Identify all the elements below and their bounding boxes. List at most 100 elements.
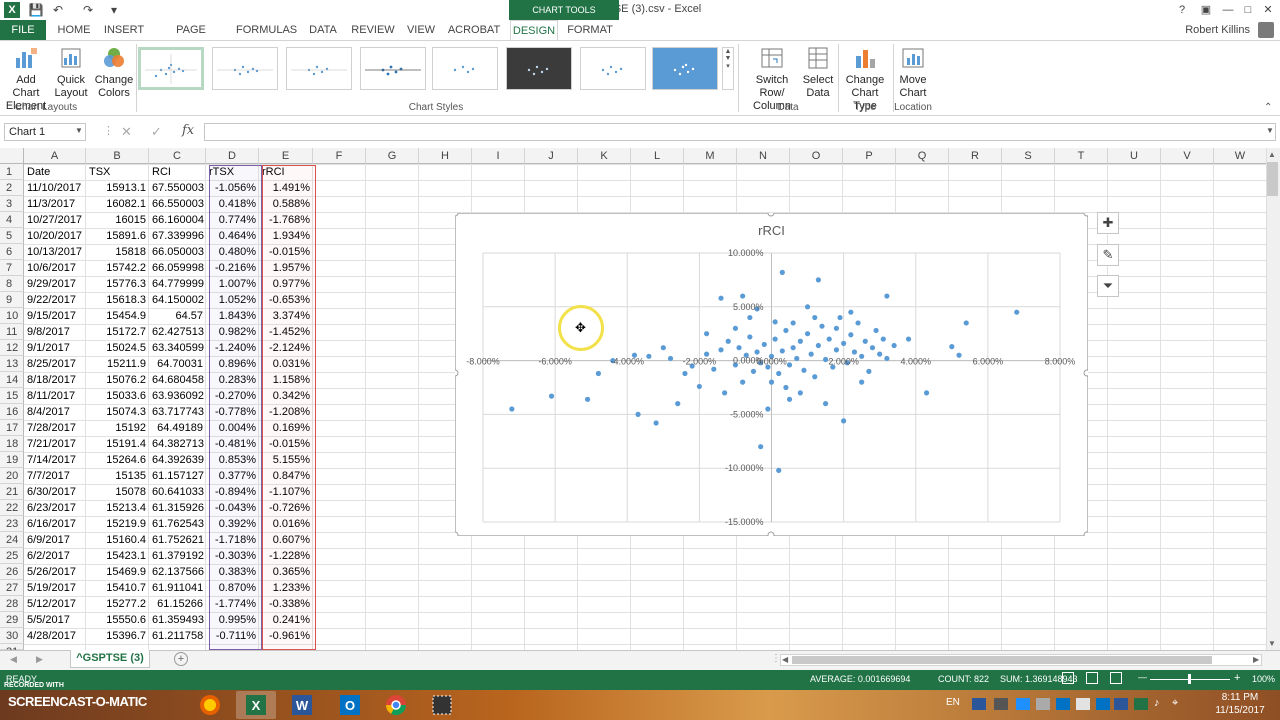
zoom-level[interactable]: 100% bbox=[1252, 674, 1275, 684]
tray-app-icon-9[interactable] bbox=[1134, 698, 1148, 710]
row-header[interactable]: 29 bbox=[0, 612, 24, 628]
data-cell[interactable]: 16082.1 bbox=[86, 196, 149, 212]
data-cell[interactable]: 5/19/2017 bbox=[24, 580, 86, 596]
data-cell[interactable]: 15219.9 bbox=[86, 516, 149, 532]
data-cell[interactable]: 8/18/2017 bbox=[24, 372, 86, 388]
column-header[interactable]: O bbox=[790, 148, 843, 164]
column-header[interactable]: P bbox=[843, 148, 896, 164]
language-indicator[interactable]: EN bbox=[946, 697, 960, 708]
data-cell[interactable]: 15396.7 bbox=[86, 628, 149, 644]
data-cell[interactable]: 4/28/2017 bbox=[24, 628, 86, 644]
row-header[interactable]: 11 bbox=[0, 324, 24, 340]
zoom-in-icon[interactable]: + bbox=[1234, 672, 1240, 684]
tray-app-icon-6[interactable] bbox=[1076, 698, 1090, 710]
data-cell[interactable]: 15160.4 bbox=[86, 532, 149, 548]
data-cell[interactable]: 61.911041 bbox=[149, 580, 206, 596]
data-cell[interactable]: 61.315926 bbox=[149, 500, 206, 516]
data-cell[interactable]: 10/27/2017 bbox=[24, 212, 86, 228]
column-title-cell[interactable]: RCI bbox=[149, 164, 206, 180]
enter-icon[interactable]: ✓ bbox=[151, 124, 162, 140]
data-cell[interactable]: 8/25/2017 bbox=[24, 356, 86, 372]
data-cell[interactable]: 63.717743 bbox=[149, 404, 206, 420]
data-cell[interactable]: 15776.3 bbox=[86, 276, 149, 292]
data-cell[interactable]: 9/1/2017 bbox=[24, 340, 86, 356]
cancel-icon[interactable]: ✕ bbox=[121, 124, 132, 140]
scroll-left-icon[interactable]: ◀ bbox=[782, 655, 788, 664]
chart-style-6[interactable] bbox=[506, 47, 572, 90]
user-avatar[interactable] bbox=[1258, 22, 1274, 38]
column-header[interactable]: W bbox=[1214, 148, 1267, 164]
select-all-button[interactable] bbox=[0, 148, 24, 164]
data-cell[interactable]: 9/15/2017 bbox=[24, 308, 86, 324]
row-header[interactable]: 20 bbox=[0, 468, 24, 484]
data-cell[interactable]: 64.392639 bbox=[149, 452, 206, 468]
data-cell[interactable]: 60.641033 bbox=[149, 484, 206, 500]
column-header[interactable]: U bbox=[1108, 148, 1161, 164]
data-cell[interactable]: 8/11/2017 bbox=[24, 388, 86, 404]
column-header[interactable]: I bbox=[472, 148, 525, 164]
column-title-cell[interactable]: TSX bbox=[86, 164, 149, 180]
data-cell[interactable]: 15410.7 bbox=[86, 580, 149, 596]
tray-app-icon-8[interactable] bbox=[1114, 698, 1128, 710]
column-header[interactable]: N bbox=[737, 148, 790, 164]
horizontal-scroll-thumb[interactable] bbox=[792, 656, 1212, 664]
data-cell[interactable]: 8/4/2017 bbox=[24, 404, 86, 420]
data-cell[interactable]: 15211.9 bbox=[86, 356, 149, 372]
scroll-right-icon[interactable]: ▶ bbox=[1253, 655, 1259, 664]
normal-view-icon[interactable] bbox=[1062, 672, 1074, 684]
outlook-taskbar-icon[interactable]: O bbox=[330, 691, 370, 719]
data-cell[interactable]: 7/7/2017 bbox=[24, 468, 86, 484]
data-cell[interactable]: 15277.2 bbox=[86, 596, 149, 612]
column-header[interactable]: T bbox=[1055, 148, 1108, 164]
row-header[interactable]: 7 bbox=[0, 260, 24, 276]
data-cell[interactable]: 61.379192 bbox=[149, 548, 206, 564]
row-header[interactable]: 21 bbox=[0, 484, 24, 500]
restore-button[interactable]: □ bbox=[1238, 2, 1258, 18]
chart-style-4[interactable] bbox=[360, 47, 426, 90]
data-cell[interactable]: 6/30/2017 bbox=[24, 484, 86, 500]
vertical-scroll-thumb[interactable] bbox=[1267, 162, 1278, 196]
chart-style-2[interactable] bbox=[212, 47, 278, 90]
zoom-out-icon[interactable]: — bbox=[1138, 672, 1147, 682]
data-cell[interactable]: 62.137566 bbox=[149, 564, 206, 580]
row-header[interactable]: 9 bbox=[0, 292, 24, 308]
data-cell[interactable]: 15742.2 bbox=[86, 260, 149, 276]
data-cell[interactable]: 9/29/2017 bbox=[24, 276, 86, 292]
vertical-scrollbar[interactable] bbox=[1266, 148, 1280, 650]
row-header[interactable]: 10 bbox=[0, 308, 24, 324]
name-box[interactable]: Chart 1 bbox=[4, 123, 86, 141]
row-header[interactable]: 26 bbox=[0, 564, 24, 580]
tab-acrobat[interactable]: ACROBAT bbox=[446, 20, 502, 40]
data-cell[interactable]: 7/28/2017 bbox=[24, 420, 86, 436]
column-header[interactable]: G bbox=[366, 148, 419, 164]
data-cell[interactable]: 6/23/2017 bbox=[24, 500, 86, 516]
data-cell[interactable]: 15469.9 bbox=[86, 564, 149, 580]
name-box-dropdown-icon[interactable]: ▼ bbox=[75, 126, 83, 135]
user-account[interactable]: Robert Killins bbox=[1185, 20, 1250, 40]
data-cell[interactable]: 67.339996 bbox=[149, 228, 206, 244]
clock[interactable]: 8:11 PM 11/15/2017 bbox=[1210, 691, 1270, 717]
ribbon-display-icon[interactable]: ▣ bbox=[1196, 2, 1216, 18]
data-cell[interactable]: 16015 bbox=[86, 212, 149, 228]
move-chart-button[interactable]: Move Chart bbox=[895, 46, 931, 100]
tray-app-icon-7[interactable] bbox=[1096, 698, 1110, 710]
data-cell[interactable]: 63.936092 bbox=[149, 388, 206, 404]
tray-app-icon-3[interactable] bbox=[1016, 698, 1030, 710]
chart-style-1[interactable] bbox=[138, 47, 204, 90]
column-header[interactable]: A bbox=[24, 148, 86, 164]
row-header[interactable]: 14 bbox=[0, 372, 24, 388]
row-header[interactable]: 1 bbox=[0, 164, 24, 180]
data-cell[interactable]: 15172.7 bbox=[86, 324, 149, 340]
tab-file[interactable]: FILE bbox=[0, 20, 46, 40]
sheet-tab[interactable]: ^GSPTSE (3) bbox=[70, 650, 150, 668]
tab-view[interactable]: VIEW bbox=[404, 20, 438, 40]
data-cell[interactable]: 61.157127 bbox=[149, 468, 206, 484]
data-cell[interactable]: 64.680458 bbox=[149, 372, 206, 388]
chart-style-3[interactable] bbox=[286, 47, 352, 90]
data-cell[interactable]: 6/2/2017 bbox=[24, 548, 86, 564]
data-cell[interactable]: 15076.2 bbox=[86, 372, 149, 388]
data-cell[interactable]: 10/20/2017 bbox=[24, 228, 86, 244]
scroll-up-icon[interactable]: ▲ bbox=[1268, 150, 1276, 159]
data-cell[interactable]: 15074.3 bbox=[86, 404, 149, 420]
row-header[interactable]: 25 bbox=[0, 548, 24, 564]
